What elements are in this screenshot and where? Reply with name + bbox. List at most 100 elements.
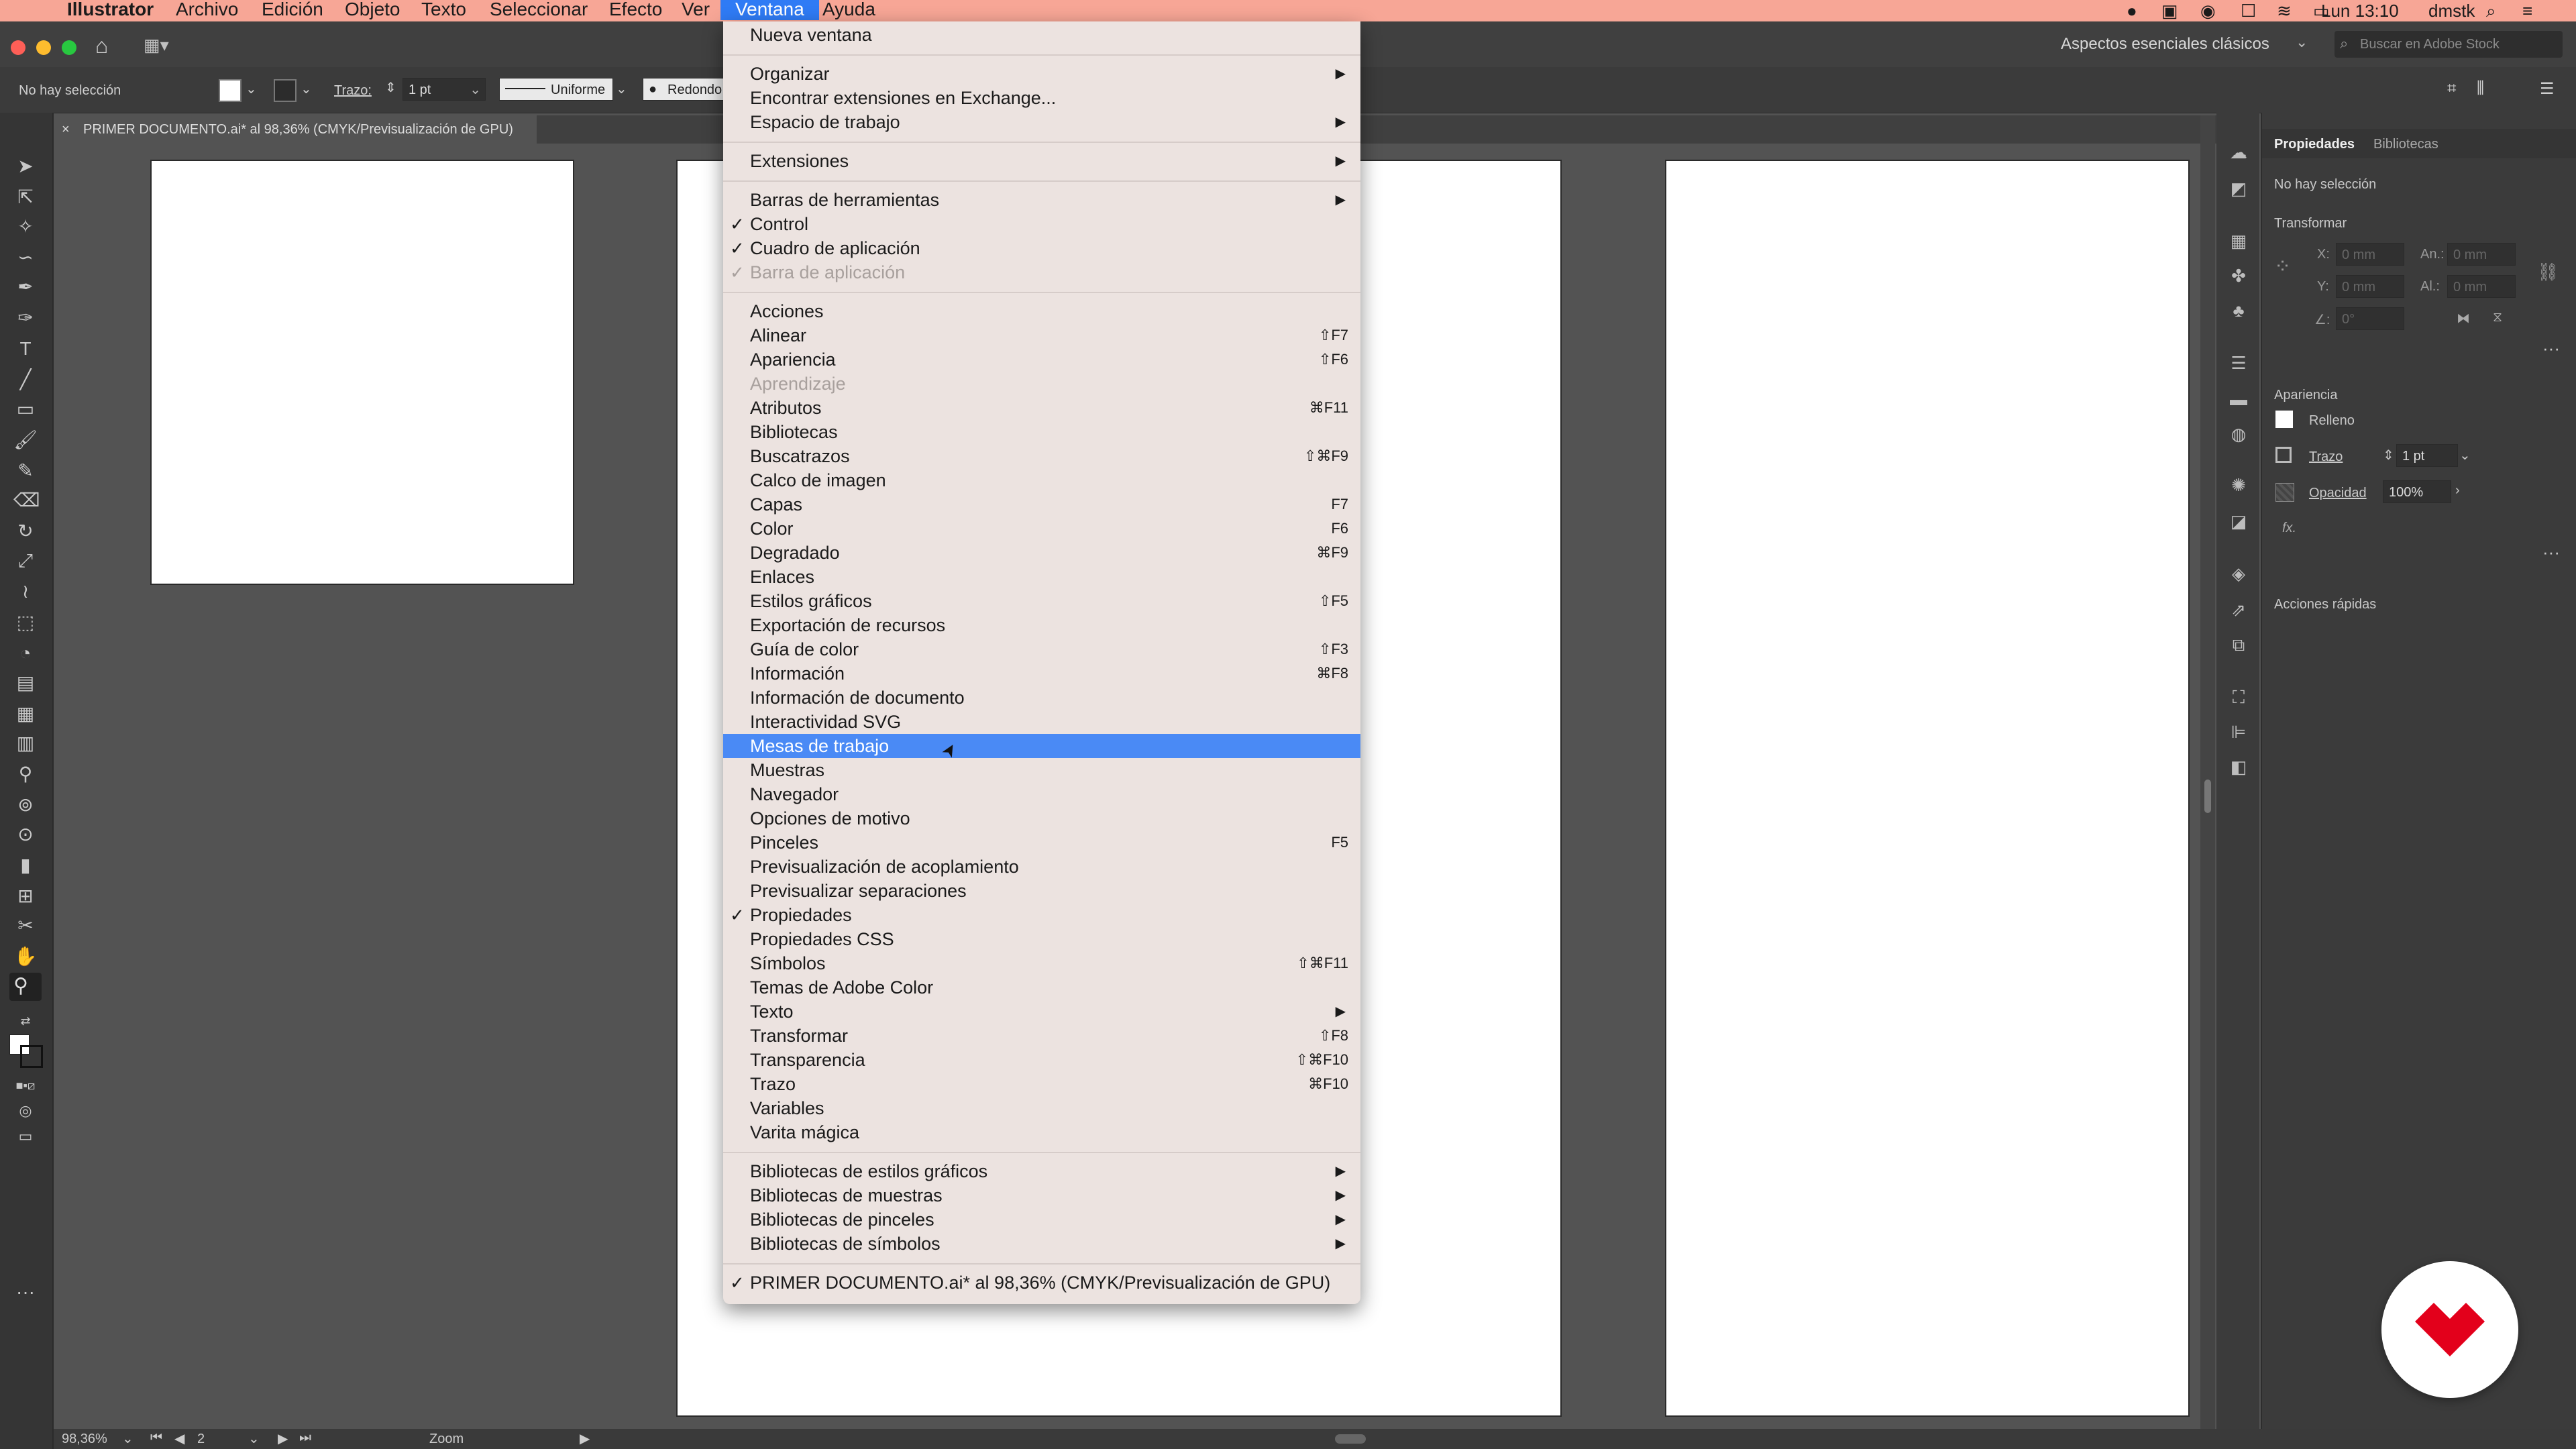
menu-item[interactable]: Bibliotecas bbox=[723, 420, 1360, 444]
perspective-grid-tool-icon[interactable]: ▤ bbox=[13, 671, 38, 695]
opacity-chevron-icon[interactable]: › bbox=[2455, 483, 2460, 498]
document-tab[interactable]: × PRIMER DOCUMENTO.ai* al 98,36% (CMYK/P… bbox=[54, 115, 537, 144]
stroke-appearance-stepper-icon[interactable]: ⇕ bbox=[2383, 447, 2394, 464]
menu-item[interactable]: Encontrar extensiones en Exchange... bbox=[723, 86, 1360, 110]
menu-item[interactable]: ✓ PRIMER DOCUMENTO.ai* al 98,36% (CMYK/Pr… bbox=[723, 1271, 1360, 1295]
menu-objeto[interactable]: Objeto bbox=[345, 0, 400, 20]
horizontal-scrollbar-thumb[interactable] bbox=[1335, 1434, 1366, 1444]
flip-horizontal-icon[interactable]: ⧓ bbox=[2457, 310, 2470, 327]
menu-item[interactable]: Estilos gráficos ⇧F5 bbox=[723, 589, 1360, 613]
menu-item[interactable]: Guía de color ⇧F3 bbox=[723, 637, 1360, 661]
stroke-weight-input[interactable]: 1 pt ⌄ bbox=[402, 78, 486, 101]
selection-tool-icon[interactable]: ➤ bbox=[13, 154, 38, 178]
workspace-switcher[interactable]: Aspectos esenciales clásicos bbox=[2061, 35, 2269, 54]
asset-export-panel-icon[interactable]: ⇗ bbox=[2229, 600, 2249, 620]
draw-mode-icon[interactable]: ◎ bbox=[13, 1099, 38, 1123]
menu-item[interactable]: Símbolos ⇧⌘F11 bbox=[723, 951, 1360, 975]
appearance-more-icon[interactable]: ··· bbox=[2542, 542, 2560, 563]
sync-icon[interactable]: ◉ bbox=[2200, 1, 2216, 20]
y-input[interactable]: 0 mm bbox=[2336, 275, 2404, 298]
menu-item[interactable]: Barras de herramientas ▶ bbox=[723, 188, 1360, 212]
menu-ver[interactable]: Ver bbox=[682, 0, 710, 20]
zoom-chevron-icon[interactable]: ⌄ bbox=[122, 1430, 133, 1447]
gradient-tool-icon[interactable]: ▥ bbox=[13, 731, 38, 755]
fill-appearance-swatch[interactable] bbox=[2275, 411, 2293, 428]
menu-texto[interactable]: Texto bbox=[421, 0, 466, 20]
stroke-profile-select[interactable]: Uniforme bbox=[499, 78, 613, 101]
libraries-panel-icon[interactable]: ☁ bbox=[2229, 142, 2249, 162]
vertical-scrollbar[interactable] bbox=[2200, 115, 2215, 1430]
slice-tool-icon[interactable]: ✂ bbox=[13, 914, 38, 938]
flip-vertical-icon[interactable]: ⧖ bbox=[2493, 310, 2502, 325]
spotlight-icon[interactable]: ⌕ bbox=[2486, 1, 2496, 20]
stroke-appearance-input[interactable]: 1 pt bbox=[2396, 444, 2458, 467]
pen-tool-icon[interactable]: ✒ bbox=[13, 275, 38, 299]
menu-illustrator[interactable]: Illustrator bbox=[67, 0, 154, 20]
menu-item[interactable]: Muestras bbox=[723, 758, 1360, 782]
menu-ventana[interactable]: Ventana bbox=[720, 0, 819, 20]
brush-select[interactable]: ● Redondo bbox=[643, 78, 724, 101]
reference-point-icon[interactable]: ⁘ bbox=[2274, 255, 2291, 278]
fill-swatch[interactable] bbox=[219, 79, 241, 102]
transform-panel-icon[interactable]: ⛶ bbox=[2229, 687, 2249, 707]
direct-selection-tool-icon[interactable]: ⇱ bbox=[13, 185, 38, 209]
user-name[interactable]: dmstk bbox=[2428, 1, 2475, 20]
edit-toolbar-icon[interactable]: ··· bbox=[13, 1280, 38, 1304]
menu-item[interactable]: Texto ▶ bbox=[723, 1000, 1360, 1024]
control-align-icon[interactable]: ⌗ bbox=[2447, 79, 2457, 98]
mesh-tool-icon[interactable]: ▦ bbox=[13, 702, 38, 726]
menu-item[interactable]: Transparencia ⇧⌘F10 bbox=[723, 1048, 1360, 1072]
menu-item[interactable]: Organizar ▶ bbox=[723, 62, 1360, 86]
creative-cloud-icon[interactable]: ● bbox=[2127, 1, 2137, 20]
stroke-chevron-icon[interactable]: ⌄ bbox=[301, 80, 312, 97]
magic-wand-tool-icon[interactable]: ✧ bbox=[13, 215, 38, 239]
first-artboard-icon[interactable]: ⏮ bbox=[150, 1430, 162, 1446]
constrain-proportions-icon[interactable]: ⛓ bbox=[2537, 262, 2559, 282]
stroke-appearance-label[interactable]: Trazo bbox=[2309, 449, 2343, 465]
tab-bibliotecas[interactable]: Bibliotecas bbox=[2373, 137, 2438, 152]
control-distribute-icon[interactable]: ⫼ bbox=[2477, 79, 2484, 98]
menu-item[interactable]: Buscatrazos ⇧⌘F9 bbox=[723, 444, 1360, 468]
transform-more-icon[interactable]: ··· bbox=[2542, 338, 2560, 359]
pathfinder-panel-icon[interactable]: ◧ bbox=[2229, 757, 2249, 777]
stroke-label[interactable]: Trazo: bbox=[334, 83, 372, 99]
stroke-appearance-swatch[interactable] bbox=[2275, 447, 2292, 463]
home-icon[interactable]: ⌂ bbox=[95, 34, 108, 58]
menu-item[interactable]: ✓ Propiedades bbox=[723, 903, 1360, 927]
color-mode-icons[interactable]: ■▪⧄ bbox=[13, 1073, 38, 1097]
paintbrush-tool-icon[interactable]: 🖌 bbox=[13, 428, 38, 452]
layers-panel-icon[interactable]: ◈ bbox=[2229, 564, 2249, 584]
menu-item[interactable]: Enlaces bbox=[723, 565, 1360, 589]
graphic-styles-panel-icon[interactable]: ◪ bbox=[2229, 511, 2249, 531]
menu-item[interactable]: Acciones bbox=[723, 299, 1360, 323]
rectangle-tool-icon[interactable]: ▭ bbox=[13, 397, 38, 421]
eraser-tool-icon[interactable]: ⌫ bbox=[13, 488, 40, 513]
menu-item[interactable]: Bibliotecas de muestras ▶ bbox=[723, 1183, 1360, 1208]
fill-chevron-icon[interactable]: ⌄ bbox=[246, 80, 257, 97]
menu-archivo[interactable]: Archivo bbox=[176, 0, 238, 20]
free-transform-tool-icon[interactable]: ⬚ bbox=[13, 610, 38, 635]
menu-item[interactable]: Mesas de trabajo ➤ bbox=[723, 734, 1360, 761]
menu-item[interactable]: Previsualizar separaciones bbox=[723, 879, 1360, 903]
menu-efecto[interactable]: Efecto bbox=[609, 0, 662, 20]
menu-item[interactable]: Navegador bbox=[723, 782, 1360, 806]
shape-builder-tool-icon[interactable]: ◔ bbox=[13, 641, 38, 665]
zoom-level[interactable]: 98,36% bbox=[62, 1432, 107, 1447]
fill-label[interactable]: Relleno bbox=[2309, 413, 2355, 429]
workspace-chevron-icon[interactable]: ⌄ bbox=[2296, 34, 2308, 51]
stroke-stepper-icon[interactable]: ⇕ bbox=[385, 79, 396, 96]
close-window-button[interactable] bbox=[11, 40, 25, 55]
menu-item[interactable]: Apariencia ⇧F6 bbox=[723, 347, 1360, 372]
rotate-tool-icon[interactable]: ↻ bbox=[13, 519, 38, 543]
lasso-tool-icon[interactable]: ∽ bbox=[13, 246, 38, 270]
stroke-appearance-chevron-icon[interactable]: ⌄ bbox=[2459, 447, 2471, 464]
stock-search-input[interactable]: ⌕ Buscar en Adobe Stock bbox=[2334, 31, 2563, 58]
tab-propiedades[interactable]: Propiedades bbox=[2274, 137, 2355, 152]
angle-input[interactable]: 0° bbox=[2336, 307, 2404, 330]
curvature-tool-icon[interactable]: ✑ bbox=[13, 306, 38, 330]
gradient-panel-icon[interactable]: ▬ bbox=[2229, 389, 2249, 409]
menu-item[interactable]: Opciones de motivo bbox=[723, 806, 1360, 830]
menu-item[interactable]: Temas de Adobe Color bbox=[723, 975, 1360, 1000]
menu-item[interactable]: ✓ Control bbox=[723, 212, 1360, 236]
symbol-sprayer-tool-icon[interactable]: ⊙ bbox=[13, 822, 38, 847]
